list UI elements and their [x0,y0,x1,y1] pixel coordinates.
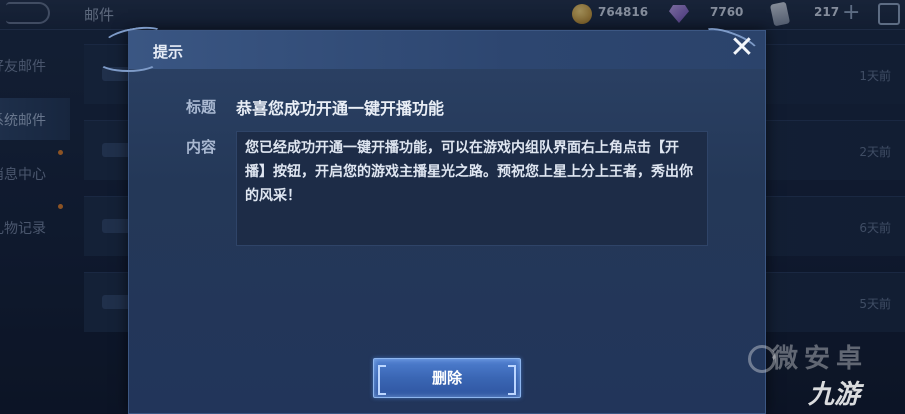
content-label: 内容 [186,138,217,156]
dialog-header: 提示 [129,31,765,69]
watermark-text: 微安卓 [772,344,869,374]
delete-button[interactable]: 删除 [373,358,521,398]
swirl-ornament [98,52,158,72]
mail-subject: 恭喜您成功开通一键开播功能 [236,99,445,118]
subject-label: 标题 [186,98,217,116]
mail-content: 您已经成功开通一键开播功能，可以在游戏内组队界面右上角点击【开播】按钮，开启您的… [236,131,708,246]
close-icon[interactable]: ✕ [728,33,756,63]
dialog-title: 提示 [153,43,184,61]
watermark-brand: 九游 [808,380,861,410]
